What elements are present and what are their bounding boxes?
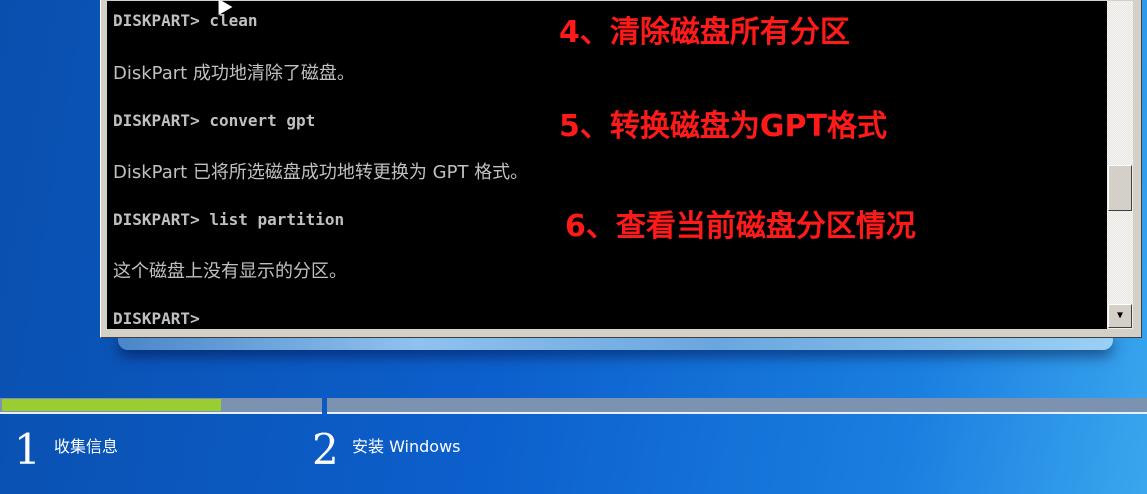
console-line: DISKPART> list partition	[113, 210, 345, 229]
console-line: DISKPART> clean	[113, 11, 258, 30]
triangle-down-icon: ▼	[1116, 310, 1124, 321]
step-label: 安装 Windows	[352, 437, 461, 456]
step-number: 1	[14, 425, 41, 474]
progress-step-2	[327, 398, 1147, 414]
vertical-scrollbar[interactable]: ▼	[1107, 1, 1133, 329]
scroll-down-button[interactable]: ▼	[1108, 304, 1132, 328]
console-line: 这个磁盘上没有显示的分区。	[113, 261, 347, 282]
console-output[interactable]: DISKPART> clean DiskPart 成功地清除了磁盘。 DISKP…	[107, 1, 1107, 329]
console-line: DiskPart 已将所选磁盘成功地转更换为 GPT 格式。	[113, 162, 529, 183]
step-number: 2	[312, 425, 339, 474]
progress-step-1	[0, 398, 322, 414]
command-prompt-window: DISKPART> clean DiskPart 成功地清除了磁盘。 DISKP…	[100, 0, 1142, 338]
step-label: 收集信息	[54, 437, 119, 456]
annotation-step-4: 4、清除磁盘所有分区	[559, 15, 850, 50]
annotation-step-5: 5、转换磁盘为GPT格式	[559, 109, 887, 144]
scrollbar-thumb[interactable]	[1108, 165, 1132, 211]
console-prompt: DISKPART>	[113, 309, 200, 328]
console-line: DISKPART> convert gpt	[113, 111, 316, 130]
console-line: DiskPart 成功地清除了磁盘。	[113, 63, 355, 84]
annotation-step-6: 6、查看当前磁盘分区情况	[565, 209, 916, 244]
progress-fill	[2, 399, 222, 411]
